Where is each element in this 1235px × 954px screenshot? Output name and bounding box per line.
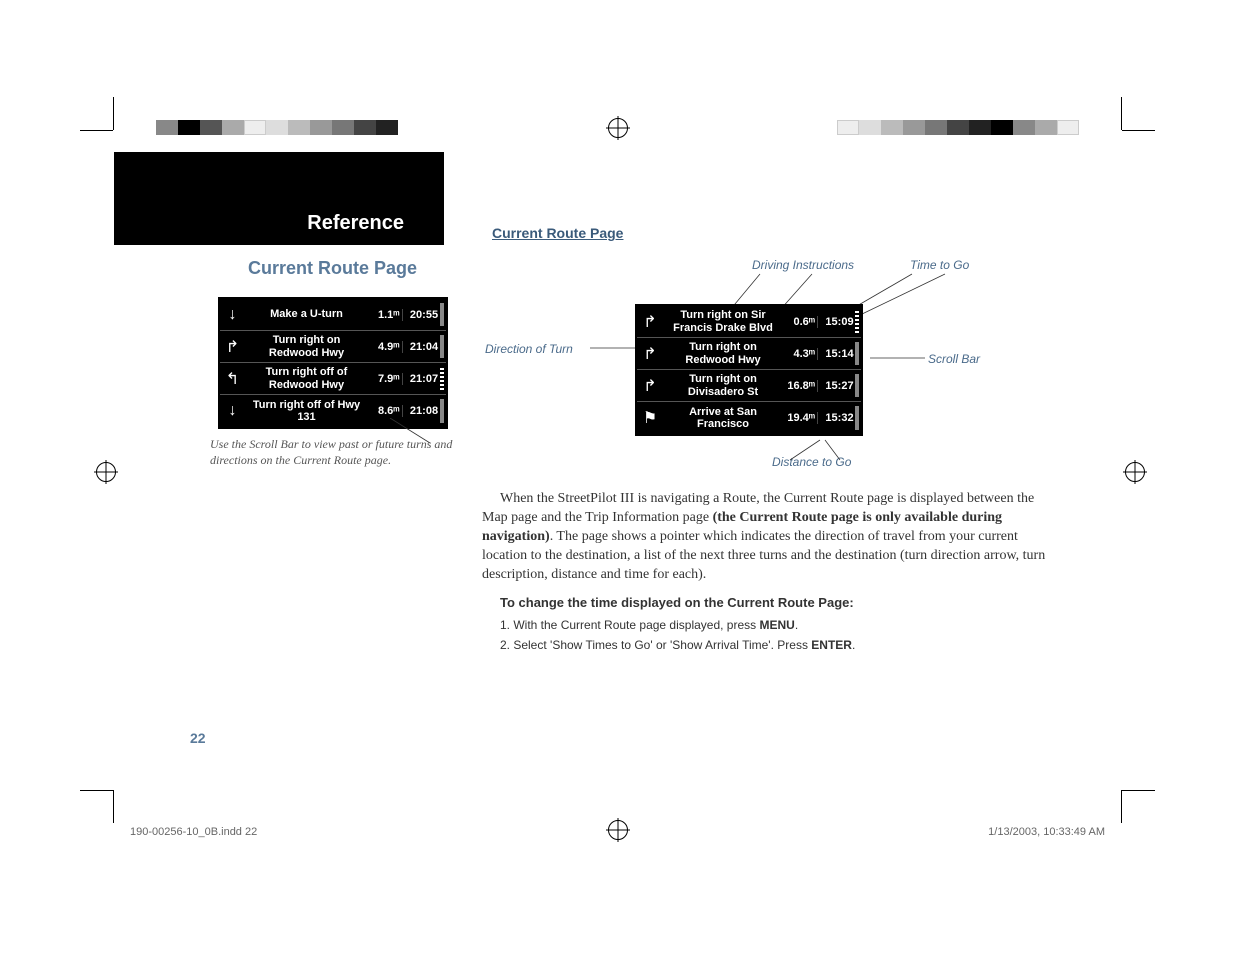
scrollbar — [440, 399, 444, 423]
list-item: 1. With the Current Route page displayed… — [500, 617, 1052, 633]
label-scroll: Scroll Bar — [928, 352, 980, 366]
destination-flag-icon: ⚑ — [637, 408, 663, 428]
turn-icon: ↓ — [220, 402, 246, 420]
table-row: ↓ Turn right off of Hwy 131 8.6ᵐ 21:08 — [220, 395, 446, 427]
turn-right-icon: ↱ — [220, 337, 246, 357]
distance-value: 0.6ᵐ — [783, 316, 817, 328]
left-column: Current Route Page ↓ Make a U-turn 1.1ᵐ … — [210, 258, 455, 468]
table-row: ↱ Turn right on Redwood Hwy 4.9ᵐ 21:04 — [220, 331, 446, 363]
label-driving: Driving Instructions — [752, 258, 854, 272]
footer: 190-00256-10_0B.indd 22 1/13/2003, 10:33… — [130, 826, 1105, 838]
table-row: ↱ Turn right on Redwood Hwy 4.3ᵐ 15:14 — [637, 338, 861, 370]
scrollbar — [855, 310, 859, 333]
crop-mark — [113, 790, 114, 823]
header-band: Reference — [114, 152, 444, 245]
distance-value: 4.3ᵐ — [783, 348, 817, 360]
distance-value: 16.8ᵐ — [783, 380, 817, 392]
scrollbar — [440, 303, 444, 326]
bold-text: MENU — [759, 618, 794, 632]
crop-mark — [1122, 130, 1155, 131]
crop-mark — [1121, 790, 1122, 823]
diagram-area: Driving Instructions Time to Go Directio… — [490, 250, 1060, 480]
instruction-text: Arrive at San Francisco — [663, 404, 783, 432]
instruction-text: Make a U-turn — [246, 306, 368, 322]
turn-right-icon: ↱ — [637, 344, 663, 364]
instruction-text: Turn right on Sir Francis Drake Blvd — [663, 307, 783, 335]
distance-value: 7.9ᵐ — [368, 373, 402, 385]
scrollbar — [855, 342, 859, 365]
scrollbar — [855, 406, 859, 430]
turn-right-icon: ↱ — [637, 376, 663, 396]
bold-text: ENTER — [811, 638, 852, 652]
registration-mark-icon — [608, 118, 628, 138]
registration-mark-icon — [1125, 462, 1145, 482]
distance-value: 19.4ᵐ — [783, 412, 817, 424]
table-row: ↱ Turn right on Sir Francis Drake Blvd 0… — [637, 306, 861, 338]
uturn-icon: ↓ — [220, 306, 246, 324]
table-row: ↓ Make a U-turn 1.1ᵐ 20:55 — [220, 299, 446, 331]
page-number: 22 — [190, 730, 206, 746]
body-text: When the StreetPilot III is navigating a… — [482, 490, 1052, 657]
crop-mark — [80, 130, 113, 131]
text: 1. With the Current Route page displayed… — [500, 618, 759, 632]
crop-mark — [80, 790, 113, 791]
device-screenshot-right: ↱ Turn right on Sir Francis Drake Blvd 0… — [635, 304, 863, 436]
left-caption: Use the Scroll Bar to view past or futur… — [210, 437, 455, 468]
table-row: ⚑ Arrive at San Francisco 19.4ᵐ 15:32 — [637, 402, 861, 434]
text: . — [852, 638, 855, 652]
text: 2. Select 'Show Times to Go' or 'Show Ar… — [500, 638, 811, 652]
instruction-text: Turn right on Divisadero St — [663, 371, 783, 399]
table-row: ↱ Turn right on Divisadero St 16.8ᵐ 15:2… — [637, 370, 861, 402]
label-distance: Distance to Go — [772, 455, 851, 469]
color-bar — [156, 120, 398, 135]
crop-mark — [1122, 790, 1155, 791]
instructions-heading: To change the time displayed on the Curr… — [500, 594, 1052, 612]
section-title: Current Route Page — [492, 225, 623, 241]
registration-mark-icon — [96, 462, 116, 482]
instruction-text: Turn right on Redwood Hwy — [663, 339, 783, 367]
header-reference: Reference — [307, 212, 404, 235]
label-direction: Direction of Turn — [485, 342, 573, 356]
color-bar — [837, 120, 1079, 135]
turn-left-icon: ↰ — [220, 369, 246, 389]
instructions-list: 1. With the Current Route page displayed… — [500, 617, 1052, 653]
instruction-text: Turn right off of Redwood Hwy — [246, 364, 368, 392]
distance-value: 1.1ᵐ — [368, 309, 402, 321]
left-title: Current Route Page — [210, 258, 455, 279]
turn-right-icon: ↱ — [637, 312, 663, 332]
footer-left: 190-00256-10_0B.indd 22 — [130, 826, 257, 838]
distance-value: 8.6ᵐ — [368, 405, 402, 417]
table-row: ↰ Turn right off of Redwood Hwy 7.9ᵐ 21:… — [220, 363, 446, 395]
text: . The page shows a pointer which indicat… — [482, 529, 1045, 582]
paragraph: When the StreetPilot III is navigating a… — [482, 490, 1052, 584]
crop-mark — [113, 97, 114, 130]
scrollbar — [855, 374, 859, 397]
instruction-text: Turn right on Redwood Hwy — [246, 332, 368, 360]
scrollbar — [440, 367, 444, 390]
footer-right: 1/13/2003, 10:33:49 AM — [988, 826, 1105, 838]
text: . — [795, 618, 798, 632]
instruction-text: Turn right off of Hwy 131 — [246, 397, 368, 425]
scrollbar — [440, 335, 444, 358]
label-time: Time to Go — [910, 258, 969, 272]
device-screenshot-left: ↓ Make a U-turn 1.1ᵐ 20:55 ↱ Turn right … — [218, 297, 448, 429]
crop-mark — [1121, 97, 1122, 130]
distance-value: 4.9ᵐ — [368, 341, 402, 353]
list-item: 2. Select 'Show Times to Go' or 'Show Ar… — [500, 637, 1052, 653]
